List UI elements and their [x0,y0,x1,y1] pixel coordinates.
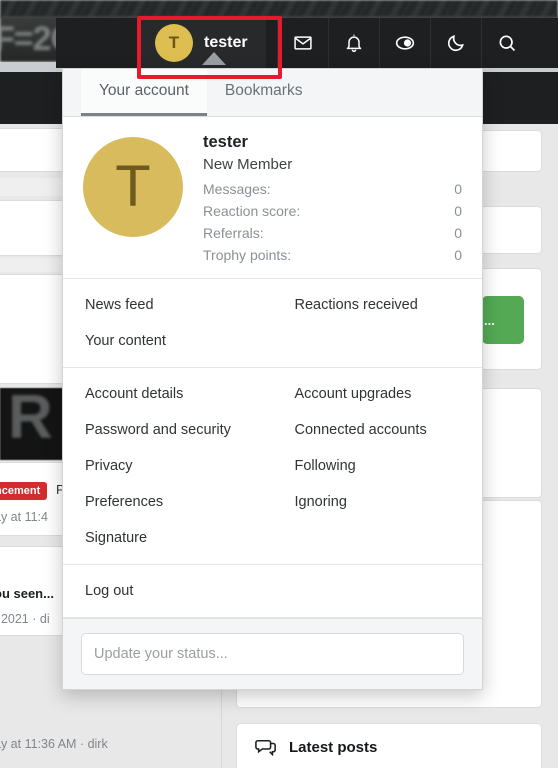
menu-item-signature[interactable]: Signature [85,530,147,546]
stat-row: Reaction score: 0 [203,200,462,222]
menu-item-privacy[interactable]: Privacy [85,458,133,474]
stat-label-messages: Messages: [203,180,271,197]
menu-row: Privacy Following [63,448,482,484]
menu-row: Preferences Ignoring [63,484,482,520]
stat-row: Referrals: 0 [203,222,462,244]
announcement-badge: ncement [0,482,48,500]
post-title: ou seen... [0,586,54,601]
stat-label-trophy-points: Trophy points: [203,246,292,263]
menu-cell: Following [273,448,483,484]
menu-group-session: Log out [63,565,482,618]
bell-icon[interactable] [328,18,379,68]
menu-cell: Account upgrades [273,376,483,412]
stat-label-referrals: Referrals: [203,224,264,241]
menu-item-connected-accounts[interactable]: Connected accounts [295,422,427,438]
latest-posts-title: Latest posts [289,738,378,756]
menu-item-preferences[interactable]: Preferences [85,494,163,510]
menu-cell: Connected accounts [273,412,483,448]
menu-item-ignoring[interactable]: Ignoring [295,494,347,510]
menu-cell: Privacy [63,448,273,484]
column-divider [221,690,222,768]
menu-group-content: News feed Reactions received Your conten… [63,279,482,368]
username-label: tester [204,34,248,51]
avatar: T [155,24,193,62]
menu-item-news-feed[interactable]: News feed [85,297,154,313]
stat-row: Trophy points: 0 [203,244,462,266]
stat-value-referrals: 0 [454,224,462,241]
tab-bookmarks[interactable]: Bookmarks [207,69,321,116]
menu-item-following[interactable]: Following [295,458,356,474]
menu-cell: Account details [63,376,273,412]
menu-tab-bar: Your account Bookmarks [63,69,482,117]
profile-rank: New Member [203,155,293,173]
menu-item-password-and-security[interactable]: Password and security [85,422,231,438]
menu-row: Log out [63,573,482,609]
menu-item-account-details[interactable]: Account details [85,386,183,402]
stat-value-reaction-score: 0 [454,202,462,219]
menu-group-settings: Account details Account upgrades Passwor… [63,368,482,565]
announcement-date: ay at 11:4 [0,510,48,524]
stat-value-trophy-points: 0 [454,246,462,263]
menu-row: Signature [63,520,482,556]
speech-bubble-icon [255,738,277,757]
bg-thumbnail-letter: R [8,383,53,452]
menu-row: Your content [63,323,482,359]
tab-your-account[interactable]: Your account [81,69,207,116]
stat-row: Messages: 0 [203,178,462,200]
menu-cell: Signature [63,520,273,556]
menu-cell: News feed [63,287,273,323]
post-meta-secondary: ay at 11:36 AM · dirk [0,737,108,751]
latest-posts-card: Latest posts [236,723,542,768]
menu-row: News feed Reactions received [63,287,482,323]
menu-item-your-content[interactable]: Your content [85,333,166,349]
profile-summary: T tester New Member Messages: 0 Reaction… [63,117,482,279]
menu-row: Account details Account upgrades [63,376,482,412]
menu-row: Password and security Connected accounts [63,412,482,448]
menu-cell: Your content [63,323,273,359]
menu-item-reactions-received[interactable]: Reactions received [295,297,418,313]
dropdown-caret-icon [202,52,226,65]
profile-avatar[interactable]: T [83,136,183,237]
menu-cell: Log out [63,573,273,609]
menu-cell: Ignoring [273,484,483,520]
status-update-area [63,618,482,689]
moon-icon[interactable] [430,18,481,68]
status-input[interactable] [81,633,464,675]
menu-cell: Preferences [63,484,273,520]
menu-item-log-out[interactable]: Log out [85,583,133,599]
menu-cell: Reactions received [273,287,483,323]
menu-cell: Password and security [63,412,273,448]
envelope-icon[interactable] [277,18,328,68]
post-reply-button[interactable]: ... [482,296,524,344]
menu-item-account-upgrades[interactable]: Account upgrades [295,386,412,402]
screenshot-root: F=2C R ncement P ay at 11:4 ou seen... ,… [0,0,558,768]
stat-value-messages: 0 [454,180,462,197]
account-dropdown-menu: Your account Bookmarks T tester New Memb… [62,68,483,690]
profile-username: tester [203,132,248,151]
post-meta: , 2021 · di [0,612,50,626]
navbar-icon-group [277,18,532,68]
contrast-icon[interactable] [379,18,430,68]
stat-label-reaction-score: Reaction score: [203,202,301,219]
search-icon[interactable] [481,18,532,68]
